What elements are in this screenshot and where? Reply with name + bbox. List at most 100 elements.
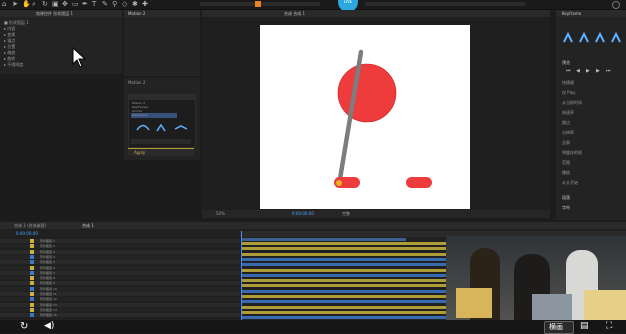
- timeline-layer-row[interactable]: 形状图层 3: [0, 249, 240, 254]
- camera-tool-icon[interactable]: ▣: [52, 0, 59, 8]
- preview-section-title[interactable]: 预览: [562, 60, 570, 65]
- work-area-bar[interactable]: [241, 238, 406, 241]
- timeline-layer-row[interactable]: 形状图层 10: [0, 286, 240, 291]
- rectangle-tool-icon[interactable]: ▭: [72, 0, 79, 8]
- preview-option[interactable]: 分辨率: [562, 130, 574, 135]
- apply-button[interactable]: Apply: [128, 148, 194, 156]
- select-tool-icon[interactable]: ➤: [12, 0, 18, 8]
- character-section-title[interactable]: 字符: [562, 205, 570, 210]
- property-row[interactable]: ▸ 内容: [4, 26, 15, 31]
- preview-option[interactable]: 播放: [562, 170, 570, 175]
- subtitle-icon[interactable]: ▤: [580, 321, 589, 332]
- layer-name[interactable]: 形状图层 14: [40, 308, 57, 312]
- layer-name[interactable]: 形状图层 10: [40, 287, 57, 291]
- timeline-tab-1[interactable]: 合成 1 (合成嵌套): [14, 223, 46, 228]
- composition-tab-label[interactable]: 合成 合成 1: [284, 11, 305, 16]
- property-row[interactable]: ■ 形状图层 1: [4, 20, 29, 25]
- layer-name[interactable]: 形状图层 12: [40, 297, 57, 301]
- timeline-layer-row[interactable]: 形状图层 6: [0, 265, 240, 270]
- zoom-tool-icon[interactable]: ⌕: [32, 0, 36, 8]
- next-frame-icon[interactable]: ▶: [596, 67, 600, 75]
- layer-name[interactable]: 形状图层 2: [40, 244, 55, 248]
- preview-option[interactable]: 从头开始: [562, 180, 578, 185]
- layer-name[interactable]: 形状图层 13: [40, 303, 57, 307]
- layer-name[interactable]: 形状图层 5: [40, 260, 55, 264]
- preview-option[interactable]: 仅 Play: [562, 90, 576, 95]
- current-time[interactable]: 0:00:00:00: [292, 211, 314, 216]
- layer-label-color[interactable]: [30, 244, 34, 249]
- layer-name[interactable]: 形状图层 8: [40, 276, 55, 280]
- replay-icon[interactable]: ↻: [20, 321, 28, 332]
- layer-label-color[interactable]: [30, 270, 34, 275]
- layer-label-color[interactable]: [30, 265, 34, 270]
- layer-label-color[interactable]: [30, 281, 34, 286]
- layer-label-color[interactable]: [30, 249, 34, 254]
- pan-behind-icon[interactable]: ✥: [62, 0, 68, 8]
- layer-name[interactable]: 形状图层 6: [40, 266, 55, 270]
- rotate-tool-icon[interactable]: ↻: [42, 0, 48, 8]
- layer-label-color[interactable]: [30, 297, 34, 302]
- timeline-layer-row[interactable]: 形状图层 15: [0, 313, 240, 318]
- puppet-pin-icon[interactable]: ✚: [142, 0, 148, 8]
- timeline-layer-row[interactable]: 形状图层 11: [0, 292, 240, 296]
- effects-tab-label[interactable]: Motion 2: [128, 11, 145, 16]
- layer-name[interactable]: 形状图层 11: [40, 292, 57, 296]
- layer-label-color[interactable]: [30, 307, 34, 312]
- timeline-layer-row[interactable]: 形状图层 9: [0, 281, 240, 286]
- preview-option[interactable]: 跳过: [562, 120, 570, 125]
- preview-option[interactable]: 范围: [562, 160, 570, 165]
- search-help-icon[interactable]: [612, 1, 620, 9]
- timeline-tab-2[interactable]: 合成 1: [82, 223, 94, 228]
- layer-name[interactable]: 形状图层 1: [40, 239, 55, 243]
- layer-name[interactable]: 形状图层 15: [40, 313, 57, 317]
- first-frame-icon[interactable]: ⏮: [566, 67, 571, 75]
- layer-label-color[interactable]: [30, 260, 34, 265]
- layer-name[interactable]: 形状图层 7: [40, 271, 55, 275]
- property-row[interactable]: ▸ 缩放: [4, 50, 15, 55]
- preview-option[interactable]: 帧速率: [562, 110, 574, 115]
- layer-name[interactable]: 形状图层 9: [40, 281, 55, 285]
- roto-brush-icon[interactable]: ✱: [132, 0, 138, 8]
- snapping-toggle[interactable]: [255, 1, 261, 7]
- property-row[interactable]: ▸ 旋转: [4, 56, 15, 61]
- layer-label-color[interactable]: [30, 239, 34, 243]
- resolution-dropdown[interactable]: 完整: [342, 211, 350, 216]
- layer-label-color[interactable]: [30, 302, 34, 307]
- timeline-layer-row[interactable]: 形状图层 5: [0, 260, 240, 265]
- layer-name[interactable]: 形状图层 3: [40, 250, 55, 254]
- layer-label-color[interactable]: [30, 292, 34, 296]
- text-tool-icon[interactable]: T: [92, 0, 96, 8]
- pen-tool-icon[interactable]: ✒: [82, 0, 88, 8]
- last-frame-icon[interactable]: ⏭: [606, 67, 611, 75]
- eraser-icon[interactable]: ◇: [122, 0, 127, 8]
- timeline-layer-row[interactable]: 形状图层 7: [0, 270, 240, 275]
- prev-frame-icon[interactable]: ◀: [576, 67, 580, 75]
- timeline-layer-row[interactable]: 形状图层 1: [0, 239, 240, 243]
- property-row[interactable]: ▸ 不透明度: [4, 62, 23, 67]
- brush-tool-icon[interactable]: ✎: [102, 0, 108, 8]
- preset-list-item[interactable]: Overshoot: [132, 113, 148, 117]
- preview-option[interactable]: 将缓存的帧: [562, 150, 582, 155]
- timeline-layer-row[interactable]: 形状图层 13: [0, 302, 240, 307]
- property-row[interactable]: ▸ 位置: [4, 44, 15, 49]
- timeline-layer-row[interactable]: 形状图层 2: [0, 244, 240, 249]
- timeline-layer-row[interactable]: 形状图层 4: [0, 254, 240, 259]
- volume-icon[interactable]: ◀): [44, 321, 54, 332]
- composition-canvas[interactable]: [260, 25, 470, 209]
- preview-option[interactable]: 全屏: [562, 140, 570, 145]
- workspace-tabs[interactable]: [365, 2, 525, 6]
- playback-controls[interactable]: ⏮ ◀ ▶ ▶ ⏭: [566, 68, 614, 74]
- layer-name[interactable]: 形状图层 4: [40, 255, 55, 259]
- timeline-layer-row[interactable]: 形状图层 8: [0, 276, 240, 281]
- right-panel-tab-label[interactable]: Keyframe: [562, 11, 581, 16]
- layer-label-color[interactable]: [30, 313, 34, 318]
- preview-option[interactable]: 快捷键: [562, 80, 574, 85]
- preview-option[interactable]: 从当前时间: [562, 100, 582, 105]
- play-icon[interactable]: ▶: [586, 67, 590, 75]
- timeline-timecode[interactable]: 0:00:00:00: [16, 231, 38, 236]
- layer-label-color[interactable]: [30, 276, 34, 281]
- paragraph-section-title[interactable]: 段落: [562, 195, 570, 200]
- caption-button[interactable]: 横画: [544, 321, 574, 334]
- fullscreen-icon[interactable]: ⛶: [606, 321, 612, 332]
- timeline-layer-row[interactable]: 形状图层 14: [0, 307, 240, 312]
